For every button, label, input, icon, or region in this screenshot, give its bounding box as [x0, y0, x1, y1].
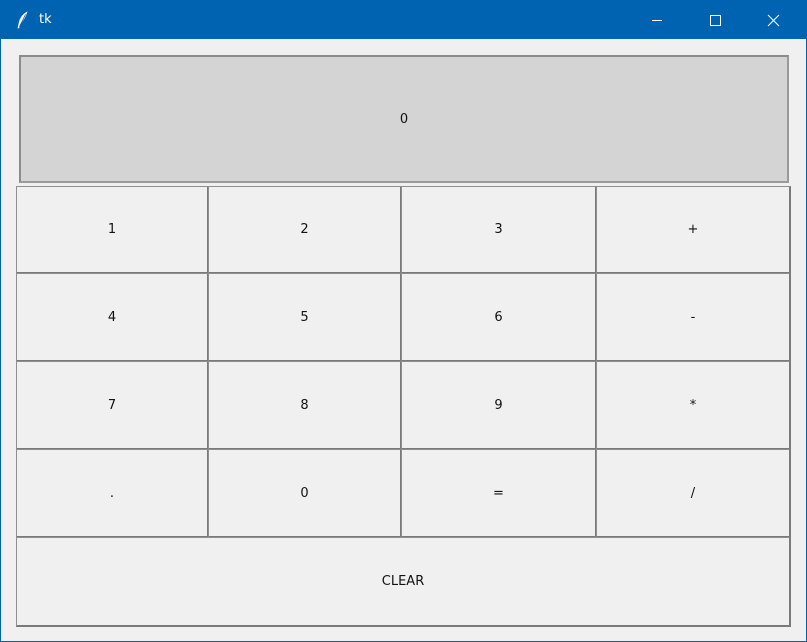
key-3[interactable]: 3 [401, 186, 597, 274]
clear-button[interactable]: CLEAR [16, 537, 791, 627]
key-equals[interactable]: = [401, 449, 597, 538]
maximize-icon [709, 14, 721, 26]
key-5[interactable]: 5 [208, 273, 402, 362]
key-9[interactable]: 9 [401, 361, 597, 450]
maximize-button[interactable] [686, 1, 744, 39]
title-bar[interactable]: tk [1, 1, 806, 39]
calculator-body: 0 1 2 3 + 4 5 6 - 7 8 9 * . 0 = / CLEAR [1, 39, 806, 641]
key-2[interactable]: 2 [208, 186, 402, 274]
close-button[interactable] [744, 1, 802, 39]
close-icon [767, 14, 780, 27]
key-multiply[interactable]: * [596, 361, 791, 450]
minimize-icon [651, 14, 663, 26]
key-decimal[interactable]: . [16, 449, 209, 538]
key-8[interactable]: 8 [208, 361, 402, 450]
key-6[interactable]: 6 [401, 273, 597, 362]
minimize-button[interactable] [628, 1, 686, 39]
key-0[interactable]: 0 [208, 449, 402, 538]
key-1[interactable]: 1 [16, 186, 209, 274]
key-7[interactable]: 7 [16, 361, 209, 450]
key-plus[interactable]: + [596, 186, 791, 274]
calculator-window: tk 0 1 2 3 + 4 5 6 - 7 8 9 * . 0 = / CLE… [0, 0, 807, 642]
window-title: tk [39, 12, 52, 27]
key-minus[interactable]: - [596, 273, 791, 362]
result-display: 0 [19, 55, 789, 183]
key-divide[interactable]: / [596, 449, 791, 538]
key-4[interactable]: 4 [16, 273, 209, 362]
feather-icon [15, 11, 31, 29]
